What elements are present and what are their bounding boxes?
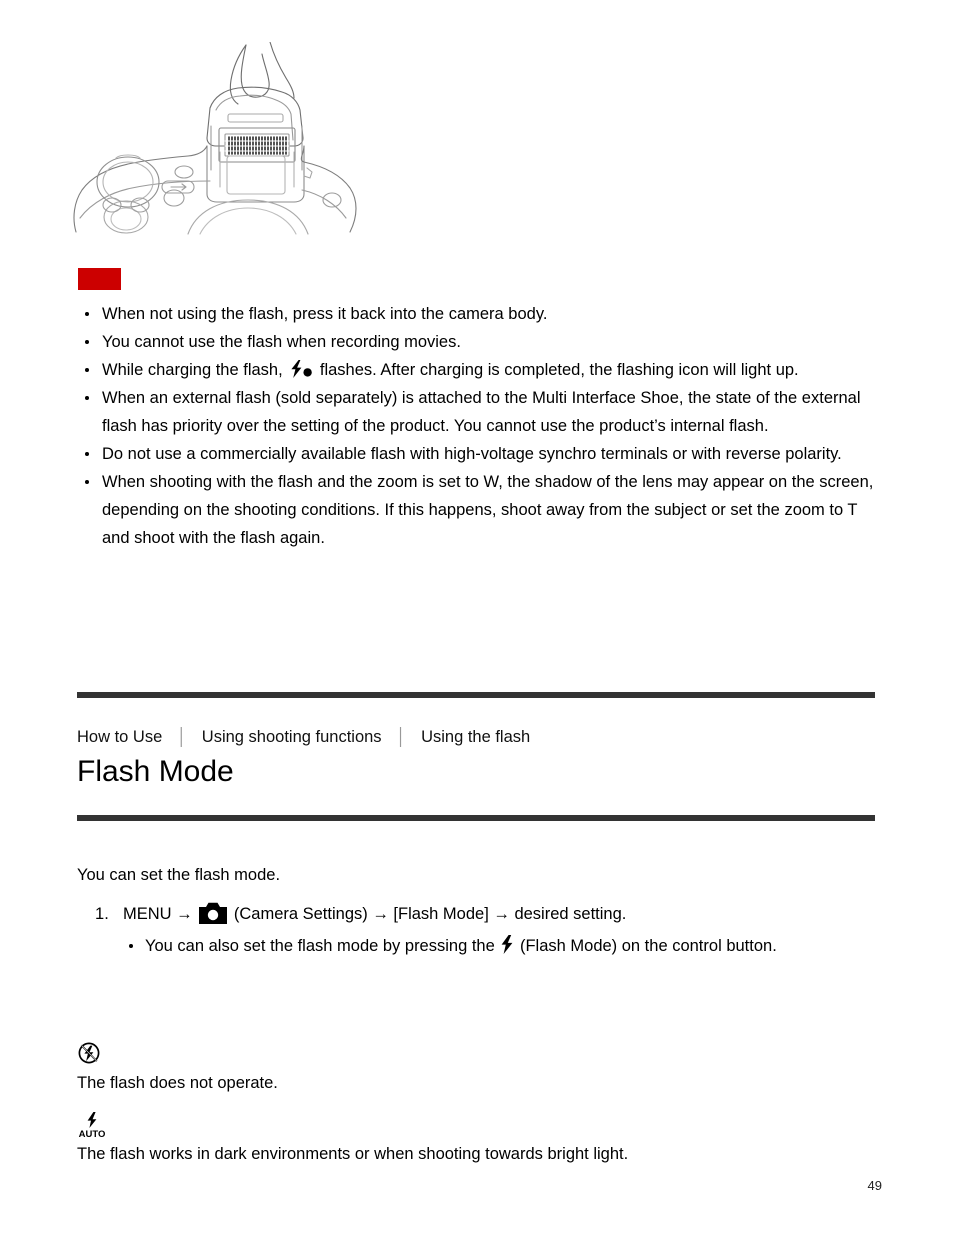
intro-paragraph: You can set the flash mode. [77,865,281,884]
step-text-pre: MENU → [123,905,193,923]
note-bullet-item: When an external flash (sold separately)… [78,384,878,440]
page-title: Flash Mode [77,755,234,788]
note-marker [78,268,121,290]
breadcrumb-item-using-the-flash[interactable]: Using the flash [421,726,530,748]
procedure-steps: MENU → (Camera Settings) → [Flash Mode] … [77,900,877,960]
note-bullet-text-post: flashes. After charging is completed, th… [319,361,799,379]
note-bullet-list: When not using the flash, press it back … [78,300,878,552]
section-divider-top [77,692,875,698]
svg-text:AUTO: AUTO [79,1129,106,1139]
page-number: 49 [867,1178,882,1193]
substep-text-post: (Flash Mode) on the control button. [519,937,777,955]
note-bullet-text: Do not use a commercially available flas… [102,445,842,463]
note-bullet-item: You cannot use the flash when recording … [78,328,878,356]
note-bullet-item: When shooting with the flash and the zoo… [78,468,878,552]
flash-off-icon [77,1040,877,1070]
flash-mode-option: The flash does not operate. [77,1040,877,1095]
substep-text-pre: You can also set the flash mode by press… [145,937,495,955]
flash-auto-icon: AUTO [77,1111,877,1141]
note-bullet-text: When shooting with the flash and the zoo… [102,473,874,547]
flash-mode-icon [501,935,513,954]
note-bullet-text: You cannot use the flash when recording … [102,333,461,351]
breadcrumb-separator: │ [396,728,407,746]
camera-top-flash-popup-illustration [70,42,370,237]
step-item: MENU → (Camera Settings) → [Flash Mode] … [77,900,877,960]
flash-mode-options: The flash does not operate. AUTO The fla… [77,1040,877,1182]
note-bullet-text-pre: While charging the flash, [102,361,283,379]
flash-mode-description: The flash works in dark environments or … [77,1145,629,1163]
substep-list: You can also set the flash mode by press… [123,932,877,960]
breadcrumb: How to Use │ Using shooting functions │ … [77,726,530,748]
manual-page: When not using the flash, press it back … [0,0,954,1235]
note-bullet-text: When an external flash (sold separately)… [102,389,861,435]
step-text-post: (Camera Settings) → [Flash Mode] → desir… [233,905,627,923]
camera-settings-icon [199,902,228,924]
flash-mode-description: The flash does not operate. [77,1074,278,1092]
note-bullet-item: When not using the flash, press it back … [78,300,878,328]
flash-mode-option: AUTO The flash works in dark environment… [77,1111,877,1166]
breadcrumb-item-how-to-use[interactable]: How to Use [77,726,162,748]
section-divider-bottom [77,815,875,821]
note-bullet-text: When not using the flash, press it back … [102,305,548,323]
flash-charging-icon [289,359,313,378]
breadcrumb-item-using-shooting-functions[interactable]: Using shooting functions [202,726,382,748]
substep-item: You can also set the flash mode by press… [123,932,877,960]
note-bullet-item: Do not use a commercially available flas… [78,440,878,468]
breadcrumb-separator: │ [176,728,188,746]
note-bullet-item: While charging the flash, flashes. After… [78,356,878,384]
